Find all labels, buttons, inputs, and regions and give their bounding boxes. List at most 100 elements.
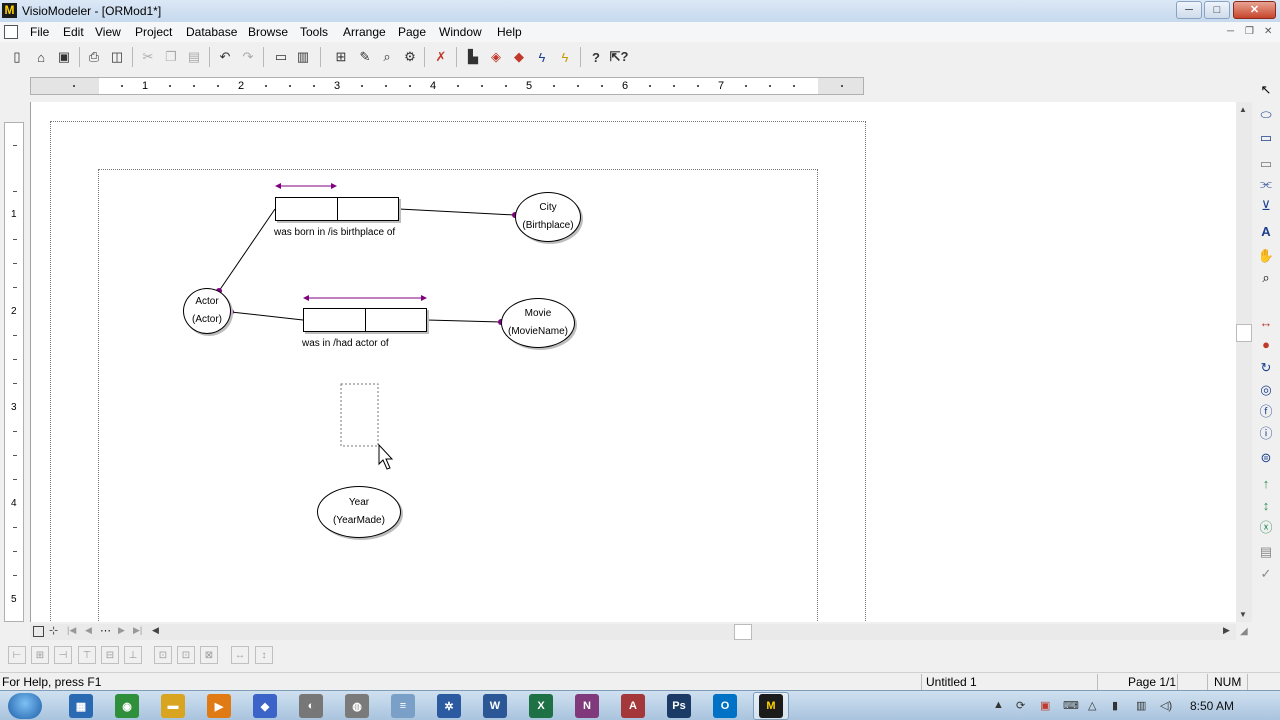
check-icon[interactable]: ✓ — [1256, 564, 1276, 584]
range-icon[interactable]: ↕ — [1256, 495, 1276, 515]
scroll-right-icon[interactable]: ▶ — [1223, 625, 1230, 636]
entity-actor[interactable]: Actor (Actor) — [183, 288, 231, 334]
ring-icon[interactable]: ↻ — [1256, 358, 1276, 378]
new-file-icon[interactable]: ▯ — [7, 47, 27, 67]
table-icon[interactable]: ▤ — [1256, 542, 1276, 562]
subset-icon[interactable]: ↑ — [1256, 473, 1276, 493]
taskbar-app-blue[interactable]: ◆ — [253, 694, 277, 718]
vertical-scrollbar[interactable]: ▲ ▼ — [1236, 102, 1252, 622]
align-left-icon[interactable]: ⊢ — [8, 646, 26, 664]
power-icon[interactable]: ▮ — [1112, 699, 1118, 712]
drive-icon[interactable]: △ — [1088, 699, 1096, 712]
align-right-icon[interactable]: ⊣ — [54, 646, 72, 664]
role-icon[interactable]: ⊜ — [1256, 448, 1276, 468]
scroll-thumb[interactable] — [734, 624, 752, 640]
mdi-restore-button[interactable]: ❐ — [1245, 26, 1254, 37]
redo-icon[interactable]: ↷ — [238, 47, 258, 67]
equality-icon[interactable]: ◎ — [1256, 380, 1276, 400]
tray-app-icon[interactable]: ▣ — [1040, 699, 1050, 712]
edit-icon[interactable]: ✎ — [355, 47, 375, 67]
cut-icon[interactable]: ✂ — [138, 47, 158, 67]
lightning-icon[interactable]: ϟ — [532, 47, 552, 67]
taskbar-media[interactable]: ▶ — [207, 694, 231, 718]
entity-movie[interactable]: Movie (MovieName) — [501, 298, 575, 348]
page-grid-icon[interactable]: ⊹ — [49, 624, 58, 637]
next-page-icon[interactable]: ▶ — [118, 625, 125, 636]
uniqueness-icon[interactable]: ↔ — [1256, 312, 1276, 332]
zoom-icon[interactable]: ⌕ — [1256, 268, 1276, 288]
taskbar-visiomodeler[interactable]: M — [759, 694, 783, 718]
taskbar-explorer[interactable]: ▦ — [69, 694, 93, 718]
taskbar-app-gear[interactable]: ✲ — [437, 694, 461, 718]
space-v-icon[interactable]: ⊡ — [177, 646, 195, 664]
lightning-check-icon[interactable]: ϟ — [555, 47, 575, 67]
taskbar-photoshop[interactable]: Ps — [667, 694, 691, 718]
fact-type-was-in[interactable] — [303, 308, 427, 332]
taskbar-app-globe[interactable]: ◍ — [345, 694, 369, 718]
pointer-icon[interactable]: ↖ — [1256, 80, 1276, 100]
delete-icon[interactable]: ✗ — [431, 47, 451, 67]
menu-browse[interactable]: Browse — [248, 25, 288, 39]
menu-page[interactable]: Page — [398, 25, 426, 39]
start-button[interactable] — [8, 693, 42, 719]
new-page-icon[interactable]: ▭ — [271, 47, 291, 67]
scroll-down-icon[interactable]: ▼ — [1239, 610, 1247, 619]
index-icon[interactable]: ⓘ — [1256, 422, 1276, 442]
fact-icon[interactable]: ▭ — [1256, 128, 1276, 148]
menu-project[interactable]: Project — [135, 25, 172, 39]
drawing-canvas[interactable]: was born in /is birthplace of was in /ha… — [30, 102, 1236, 622]
menu-arrange[interactable]: Arrange — [343, 25, 386, 39]
generate-icon[interactable]: ◈ — [486, 47, 506, 67]
taskbar-outlook[interactable]: O — [713, 694, 737, 718]
print-preview-icon[interactable]: ◫ — [107, 47, 127, 67]
volume-icon[interactable]: ◁) — [1160, 699, 1172, 712]
close-button[interactable]: ✕ — [1233, 1, 1276, 19]
tray-expand-icon[interactable]: ▲ — [993, 699, 1004, 711]
undo-icon[interactable]: ↶ — [215, 47, 235, 67]
fact-role-box[interactable] — [336, 198, 399, 220]
taskbar-onenote[interactable]: N — [575, 694, 599, 718]
scroll-left-icon[interactable]: ◀ — [152, 625, 159, 636]
open-file-icon[interactable]: ⌂ — [31, 47, 51, 67]
menu-edit[interactable]: Edit — [63, 25, 84, 39]
horizontal-scrollbar[interactable]: ⊹ |◀ ◀ ⋯ ▶ ▶| ◀ ▶ — [30, 624, 1236, 640]
role-connector[interactable] — [218, 208, 276, 292]
entity-icon[interactable]: ⬭ — [1256, 105, 1276, 125]
minimize-button[interactable]: ─ — [1176, 1, 1202, 19]
entity-year[interactable]: Year (YearMade) — [317, 486, 401, 538]
network-icon[interactable]: ▥ — [1136, 699, 1146, 712]
menu-help[interactable]: Help — [497, 25, 522, 39]
first-page-icon[interactable]: |◀ — [67, 625, 76, 636]
context-help-icon[interactable]: ⇱? — [609, 47, 629, 67]
taskbar-app-gray[interactable]: ◐ — [299, 694, 323, 718]
same-height-icon[interactable]: ↕ — [255, 646, 273, 664]
space-h-icon[interactable]: ⊡ — [154, 646, 172, 664]
align-top-icon[interactable]: ⊤ — [78, 646, 96, 664]
paste-icon[interactable]: ▤ — [184, 47, 204, 67]
subtype-icon[interactable]: ⊻ — [1256, 196, 1276, 216]
taskbar-folder[interactable]: ▬ — [161, 694, 185, 718]
menu-tools[interactable]: Tools — [300, 25, 328, 39]
print-icon[interactable]: ⎙ — [84, 47, 104, 67]
copy-page-icon[interactable]: ▥ — [293, 47, 313, 67]
align-center-icon[interactable]: ⊞ — [31, 646, 49, 664]
page-view-icon[interactable] — [33, 626, 44, 637]
taskbar-clock[interactable]: 8:50 AM — [1190, 699, 1234, 713]
frequency-icon[interactable]: ⓕ — [1256, 400, 1276, 420]
scroll-thumb[interactable] — [1236, 324, 1252, 342]
role-connector[interactable] — [230, 311, 304, 321]
fact-role-box[interactable] — [304, 309, 365, 331]
resize-grip-icon[interactable]: ◢ — [1240, 626, 1248, 637]
menu-database[interactable]: Database — [186, 25, 237, 39]
taskbar-access[interactable]: A — [621, 694, 645, 718]
hand-icon[interactable]: ✋ — [1256, 246, 1276, 266]
sync-icon[interactable]: ⟳ — [1016, 699, 1025, 712]
maximize-button[interactable]: □ — [1204, 1, 1230, 19]
value-icon[interactable]: ▭ — [1256, 154, 1276, 174]
keyboard-icon[interactable]: ⌨ — [1063, 699, 1079, 712]
paint-icon[interactable]: ▙ — [463, 47, 483, 67]
menu-window[interactable]: Window — [439, 25, 482, 39]
zoom-icon[interactable]: ⌕ — [377, 47, 397, 67]
document-icon[interactable] — [4, 25, 18, 39]
exclusion-icon[interactable]: ⓧ — [1256, 516, 1276, 536]
